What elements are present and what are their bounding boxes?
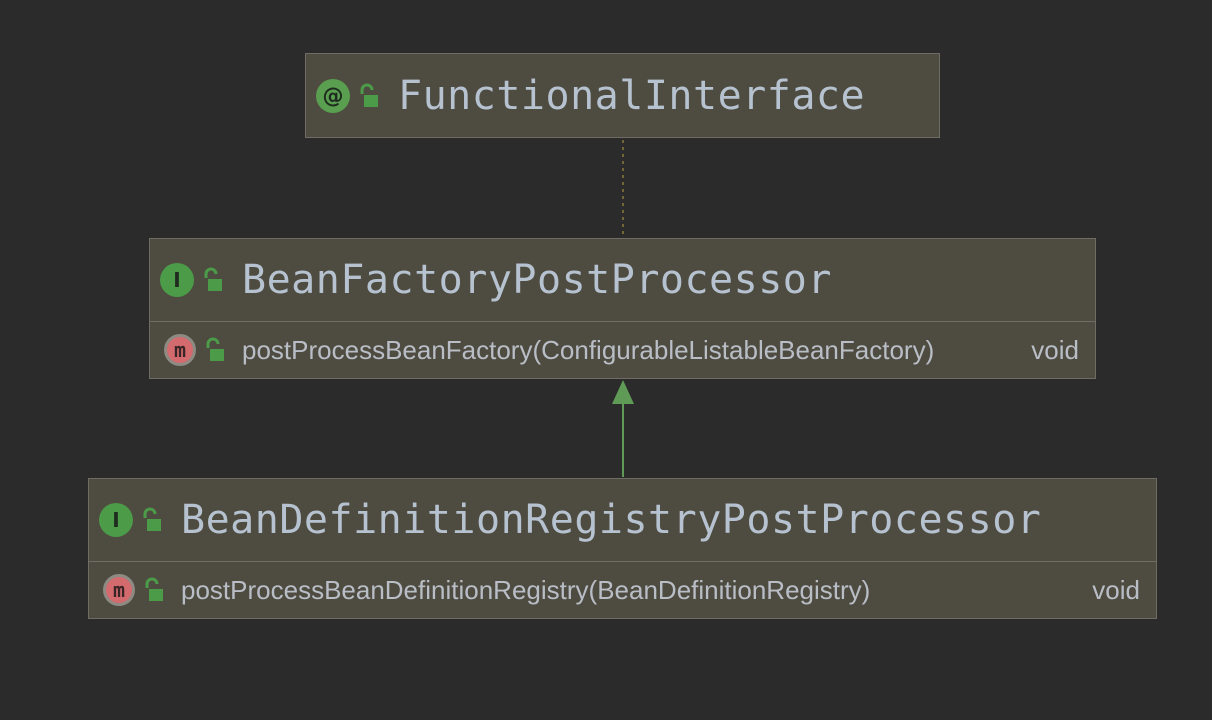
- node-title: FunctionalInterface: [398, 72, 866, 119]
- unlocked-icon: [143, 577, 165, 603]
- method-row[interactable]: m postProcessBeanFactory(ConfigurableLis…: [150, 321, 1095, 378]
- method-return-type: void: [1031, 334, 1079, 365]
- node-functional-interface[interactable]: @ FunctionalInterface: [305, 53, 940, 138]
- abstract-method-icon: m: [103, 574, 135, 606]
- node-header: @ FunctionalInterface: [306, 54, 939, 137]
- node-bean-factory-post-processor[interactable]: I BeanFactoryPostProcessor m postProcess…: [149, 238, 1096, 379]
- method-return-type: void: [1092, 574, 1140, 605]
- method-signature: postProcessBeanFactory(ConfigurableLista…: [242, 334, 935, 365]
- method-signature: postProcessBeanDefinitionRegistry(BeanDe…: [181, 574, 871, 605]
- method-row[interactable]: m postProcessBeanDefinitionRegistry(Bean…: [89, 561, 1156, 618]
- annotation-icon: @: [316, 78, 350, 113]
- node-bean-definition-registry-post-processor[interactable]: I BeanDefinitionRegistryPostProcessor m …: [88, 478, 1157, 619]
- node-title: BeanDefinitionRegistryPostProcessor: [181, 497, 1042, 543]
- unlocked-icon: [358, 83, 380, 109]
- node-header: I BeanFactoryPostProcessor: [150, 239, 1095, 321]
- node-title: BeanFactoryPostProcessor: [242, 257, 832, 303]
- inheritance-arrowhead: [612, 380, 634, 404]
- unlocked-icon: [202, 267, 224, 293]
- interface-icon: I: [99, 503, 133, 537]
- interface-icon: I: [160, 263, 194, 297]
- node-header: I BeanDefinitionRegistryPostProcessor: [89, 479, 1156, 561]
- unlocked-icon: [204, 337, 226, 363]
- abstract-method-icon: m: [164, 334, 196, 366]
- unlocked-icon: [141, 507, 163, 533]
- uml-diagram-canvas: @ FunctionalInterface I BeanFactoryPostP…: [0, 0, 1212, 720]
